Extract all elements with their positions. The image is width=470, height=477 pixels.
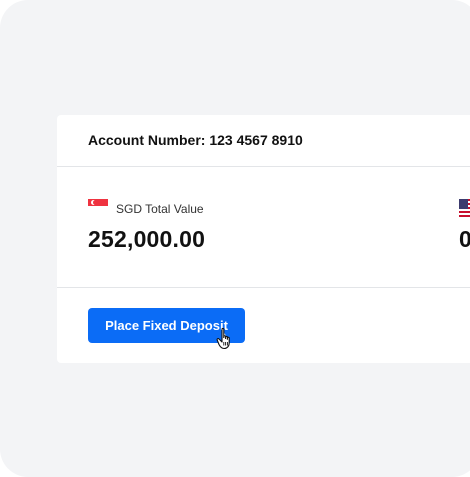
- usd-total-value: 0: [459, 226, 470, 252]
- singapore-flag-icon: [88, 199, 108, 212]
- account-number: Account Number: 123 4567 8910: [88, 132, 303, 148]
- app-frame: Account Number: 123 4567 8910 SGD Total …: [0, 0, 470, 477]
- sgd-total-value: 252,000.00: [88, 226, 206, 252]
- account-number-label: Account Number:: [88, 132, 206, 148]
- account-number-value: 123 4567 8910: [209, 132, 303, 148]
- sgd-total-label: SGD Total Value: [116, 202, 204, 216]
- balances-row: SGD Total Value 252,000.00 0: [57, 167, 470, 288]
- account-card: Account Number: 123 4567 8910 SGD Total …: [57, 115, 470, 363]
- hand-pointer-cursor-icon: [216, 327, 230, 350]
- usa-flag-icon: [459, 199, 470, 218]
- account-header: Account Number: 123 4567 8910: [57, 115, 470, 167]
